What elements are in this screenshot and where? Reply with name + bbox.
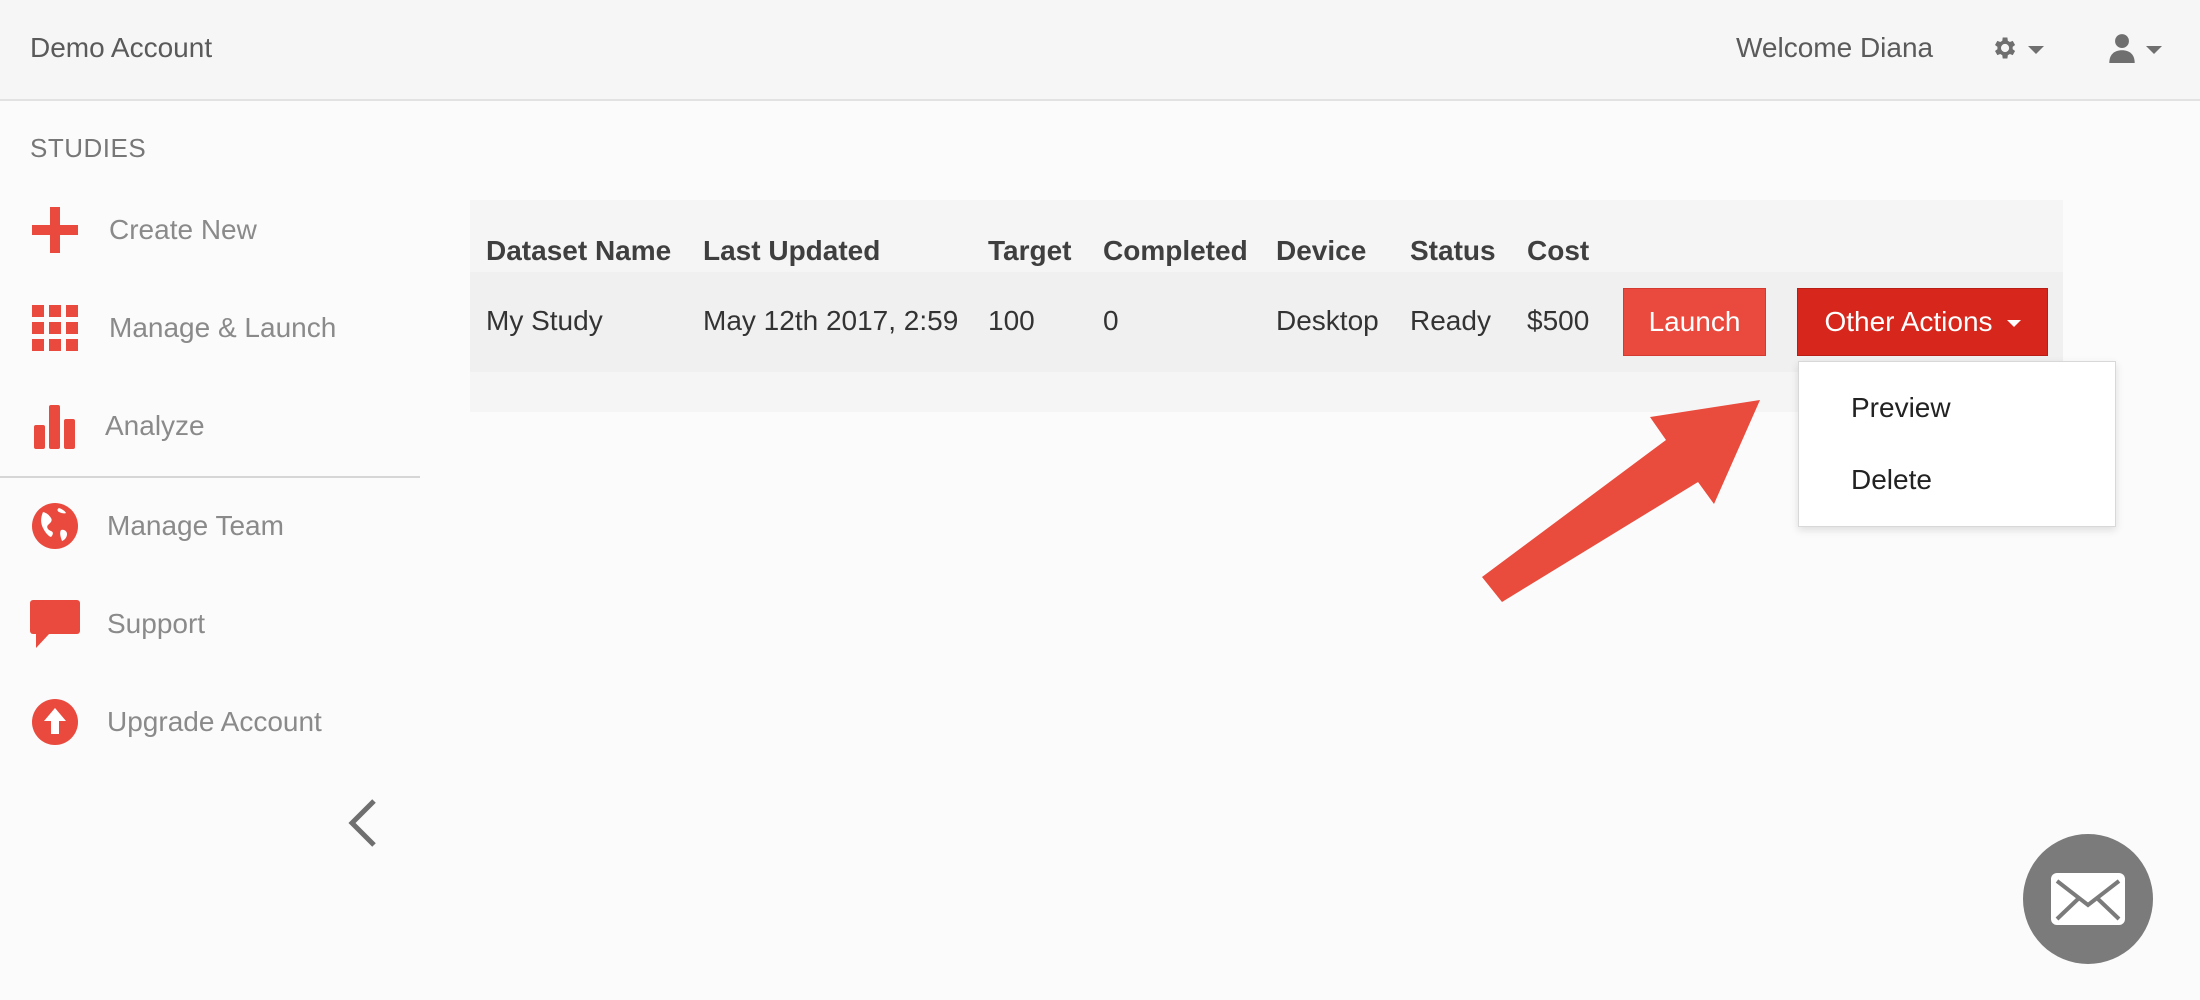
envelope-icon bbox=[2051, 873, 2125, 925]
chevron-left-icon bbox=[348, 799, 376, 847]
bar-chart-icon bbox=[30, 401, 80, 451]
globe-icon bbox=[30, 501, 80, 551]
sidebar-item-manage-team[interactable]: Manage Team bbox=[0, 491, 420, 561]
other-actions-dropdown: Preview Delete bbox=[1798, 361, 2116, 527]
last-updated-cell: May 12th 2017, 2:59 bbox=[703, 305, 959, 336]
sidebar-item-label: Manage & Launch bbox=[109, 312, 337, 343]
target-cell: 100 bbox=[988, 305, 1035, 336]
other-actions-label: Other Actions bbox=[1824, 306, 1993, 337]
column-header-target[interactable]: Target bbox=[988, 235, 1072, 267]
status-cell: Ready bbox=[1410, 305, 1491, 336]
sidebar-item-label: Support bbox=[107, 608, 206, 639]
sidebar-item-label: Create New bbox=[109, 214, 257, 245]
gear-icon bbox=[1995, 37, 2016, 59]
dataset-name-cell: My Study bbox=[486, 305, 603, 336]
sidebar-item-analyze[interactable]: Analyze bbox=[0, 391, 420, 461]
sidebar-item-create-new[interactable]: Create New bbox=[0, 195, 420, 265]
column-header-dataset-name[interactable]: Dataset Name bbox=[486, 235, 671, 267]
sidebar-item-label: Manage Team bbox=[107, 510, 284, 541]
plus-icon bbox=[30, 205, 80, 255]
annotation-arrow bbox=[1482, 400, 1760, 602]
account-name[interactable]: Demo Account bbox=[30, 32, 212, 64]
sidebar-heading: STUDIES bbox=[30, 133, 147, 163]
menu-item-preview[interactable]: Preview bbox=[1851, 392, 1951, 424]
column-header-completed[interactable]: Completed bbox=[1103, 235, 1248, 267]
chevron-down-icon bbox=[2146, 46, 2162, 54]
caret-down-icon bbox=[2006, 320, 2021, 327]
welcome-text: Welcome Diana bbox=[1736, 32, 1934, 63]
sidebar-item-support[interactable]: Support bbox=[0, 589, 420, 659]
settings-menu-button[interactable] bbox=[1990, 28, 2044, 68]
top-navbar: Demo Account Welcome Diana bbox=[0, 0, 2200, 101]
upload-arrow-icon bbox=[30, 697, 80, 747]
grid-icon bbox=[30, 303, 80, 353]
sidebar-item-manage-launch[interactable]: Manage & Launch bbox=[0, 293, 420, 363]
completed-cell: 0 bbox=[1103, 305, 1119, 336]
device-cell: Desktop bbox=[1276, 305, 1379, 336]
sidebar: STUDIES Create New Manage & Launch Analy… bbox=[0, 103, 420, 1000]
sidebar-item-label: Upgrade Account bbox=[107, 706, 322, 737]
contact-mail-button[interactable] bbox=[2023, 834, 2153, 964]
chevron-down-icon bbox=[2028, 46, 2044, 54]
cost-cell: $500 bbox=[1527, 305, 1590, 336]
sidebar-item-label: Analyze bbox=[105, 410, 205, 441]
sidebar-divider bbox=[0, 476, 420, 478]
speech-bubble-icon bbox=[30, 599, 80, 649]
launch-button[interactable]: Launch bbox=[1623, 288, 1766, 356]
menu-item-delete[interactable]: Delete bbox=[1851, 464, 1932, 496]
user-icon bbox=[2109, 34, 2135, 63]
column-header-status[interactable]: Status bbox=[1410, 235, 1496, 267]
column-header-cost[interactable]: Cost bbox=[1527, 235, 1589, 267]
column-header-device[interactable]: Device bbox=[1276, 235, 1366, 267]
column-header-last-updated[interactable]: Last Updated bbox=[703, 235, 880, 267]
collapse-sidebar-button[interactable] bbox=[342, 793, 382, 853]
user-menu-button[interactable] bbox=[2108, 28, 2162, 68]
sidebar-item-upgrade-account[interactable]: Upgrade Account bbox=[0, 687, 420, 757]
other-actions-button[interactable]: Other Actions bbox=[1797, 288, 2048, 356]
